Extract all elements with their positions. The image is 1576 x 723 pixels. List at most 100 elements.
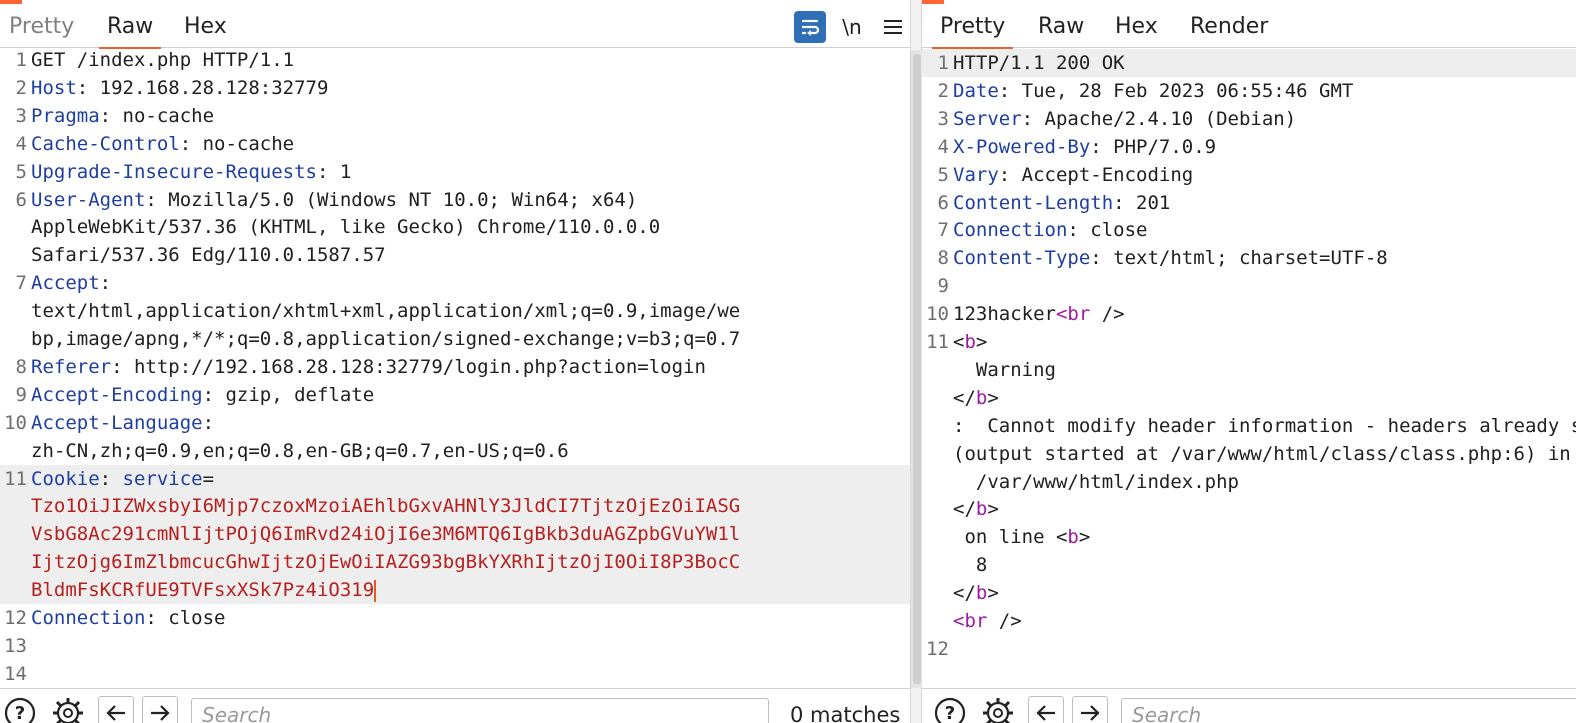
request-scrollbar-thumb[interactable] [913,54,921,684]
response-line[interactable]: 5 Vary: Accept-Encoding [922,161,1576,189]
text-wrap-button[interactable] [794,11,826,43]
response-line[interactable]: 9 [922,272,1576,300]
text-wrap-icon [802,19,820,36]
request-line[interactable]: 12 Connection: close [0,604,910,632]
text-segment: > [987,582,999,605]
cookie-value: BldmFsKCRfUE9TVFsxXSk7Pz4iO319 [31,579,375,602]
response-line[interactable]: Warning [922,356,1576,384]
response-line[interactable]: </b> [922,384,1576,412]
header-name: Connection [953,219,1068,242]
request-editor[interactable]: 1 GET /index.php HTTP/1.1 2 Host: 192.168.2… [0,49,910,687]
response-line[interactable]: 7 Connection: close [922,216,1576,244]
request-line[interactable]: 10 Accept-Language: [0,409,910,437]
response-tab-hex[interactable]: Hex [1115,10,1158,48]
request-line[interactable]: 5 Upgrade-Insecure-Requests: 1 [0,158,910,186]
request-line[interactable]: 7 Accept: [0,269,910,297]
text-segment: Safari/537.36 Edg/110.0.1587.57 [31,244,386,267]
line-content: /var/www/html/index.php [953,468,1239,496]
request-help-button[interactable]: ? [2,696,38,723]
response-line[interactable]: 4 X-Powered-By: PHP/7.0.9 [922,133,1576,161]
response-line[interactable]: (output started at /var/www/html/class/c… [922,440,1576,468]
text-segment: : 192.168.28.128:32779 [76,76,329,99]
arrow-right-icon [1081,705,1100,721]
response-settings-button[interactable] [980,696,1016,723]
show-newlines-button[interactable]: \n [836,11,868,43]
response-line[interactable]: /var/www/html/index.php [922,468,1576,496]
request-line[interactable]: 4 Cache-Control: no-cache [0,130,910,158]
response-prev-match-button[interactable] [1028,696,1064,723]
text-segment: : Tue, 28 Feb 2023 06:55:46 GMT [998,79,1354,102]
request-menu-button[interactable] [877,11,909,43]
response-line[interactable]: </b> [922,495,1576,523]
response-line[interactable]: 10 123hacker<br /> [922,300,1576,328]
response-line[interactable]: 1 HTTP/1.1 200 OK [922,49,1576,77]
response-tab-render[interactable]: Render [1190,10,1268,48]
text-segment: : 201 [1113,191,1171,214]
request-prev-match-button[interactable] [98,696,134,723]
request-line[interactable]: 11 Cookie: service= [0,464,910,493]
response-line[interactable]: 11 <b> [922,328,1576,356]
response-line[interactable]: : Cannot modify header information - hea… [922,412,1576,440]
request-line[interactable]: IjtzOjg6ImZlbmcucGhwIjtzOjEwOiIAZG93bgBk… [0,548,910,577]
response-line[interactable]: </b> [922,579,1576,607]
line-content: <br /> [953,607,1022,635]
response-next-match-button[interactable] [1072,696,1108,723]
request-tab-raw[interactable]: Raw [98,10,162,49]
request-search-input[interactable] [191,698,769,723]
header-name: Server [953,107,1022,130]
request-next-match-button[interactable] [142,696,178,723]
text-segment: : gzip, deflate [202,383,375,406]
response-line[interactable]: on line <b> [922,523,1576,551]
line-content: Content-Type: text/html; charset=UTF-8 [953,244,1388,272]
request-line[interactable]: 2 Host: 192.168.28.128:32779 [0,74,910,102]
line-content: (output started at /var/www/html/class/c… [953,440,1571,468]
request-match-count: 0 matches [790,703,901,723]
response-line[interactable]: 2 Date: Tue, 28 Feb 2023 06:55:46 GMT [922,77,1576,105]
response-editor[interactable]: 1 HTTP/1.1 200 OK 2 Date: Tue, 28 Feb 2023 … [922,49,1576,687]
response-line[interactable]: <br /> [922,607,1576,635]
text-segment: on line < [953,526,1068,549]
request-line[interactable]: 1 GET /index.php HTTP/1.1 [0,46,910,74]
request-line[interactable]: bp,image/apng,*/*;q=0.8,application/sign… [0,325,910,353]
request-line[interactable]: VsbG8Ac291cmNlIjtPOjQ6ImRvd24iOjI6e3M6MT… [0,520,910,549]
text-segment: : PHP/7.0.9 [1090,135,1217,158]
response-line[interactable]: 8 Content-Type: text/html; charset=UTF-8 [922,244,1576,272]
request-line[interactable]: 3 Pragma: no-cache [0,102,910,130]
line-number: 5 [937,163,949,186]
request-line[interactable]: BldmFsKCRfUE9TVFsxXSk7Pz4iO319 [0,576,910,605]
request-line[interactable]: Tzo1OiJIZWxsbyI6Mjp7czoxMzoiAEhlbGxvAHNl… [0,492,910,521]
response-line[interactable]: 8 [922,551,1576,579]
request-line[interactable]: 8 Referer: http://192.168.28.128:32779/lo… [0,353,910,381]
newline-icon: \n [842,15,862,39]
response-search-input[interactable] [1121,698,1576,723]
response-tab-raw[interactable]: Raw [1038,10,1084,48]
response-tab-pretty[interactable]: Pretty [931,10,1014,49]
line-number: 11 [4,467,27,490]
header-name: Cache-Control [31,132,180,155]
line-content: VsbG8Ac291cmNlIjtPOjQ6ImRvd24iOjI6e3M6MT… [31,520,740,548]
request-tab-pretty[interactable]: Pretty [9,10,74,48]
request-line[interactable]: text/html,application/xhtml+xml,applicat… [0,297,910,325]
response-line[interactable]: 6 Content-Length: 201 [922,189,1576,217]
line-content: User-Agent: Mozilla/5.0 (Windows NT 10.0… [31,186,637,214]
header-name: Upgrade-Insecure-Requests [31,160,317,183]
pane-splitter[interactable] [910,0,923,723]
request-line[interactable]: 6 User-Agent: Mozilla/5.0 (Windows NT 10.… [0,186,910,214]
line-number: 11 [926,331,949,353]
request-line[interactable]: AppleWebKit/537.36 (KHTML, like Gecko) C… [0,213,910,241]
request-line[interactable]: 13 [0,632,910,660]
line-number: 3 [15,104,27,127]
text-segment: /> [1090,303,1125,326]
response-line[interactable]: 3 Server: Apache/2.4.10 (Debian) [922,105,1576,133]
line-content: Cache-Control: no-cache [31,130,294,158]
request-line[interactable]: zh-CN,zh;q=0.9,en;q=0.8,en-GB;q=0.7,en-U… [0,437,910,465]
request-line[interactable]: 9 Accept-Encoding: gzip, deflate [0,381,910,409]
response-help-button[interactable]: ? [932,696,968,723]
request-tab-hex[interactable]: Hex [184,10,227,48]
text-segment: 123hacker [953,303,1056,326]
response-line[interactable]: 12 [922,635,1576,663]
request-settings-button[interactable] [50,696,86,723]
line-content: Content-Length: 201 [953,189,1170,217]
request-line[interactable]: 14 [0,660,910,688]
request-line[interactable]: Safari/537.36 Edg/110.0.1587.57 [0,241,910,269]
